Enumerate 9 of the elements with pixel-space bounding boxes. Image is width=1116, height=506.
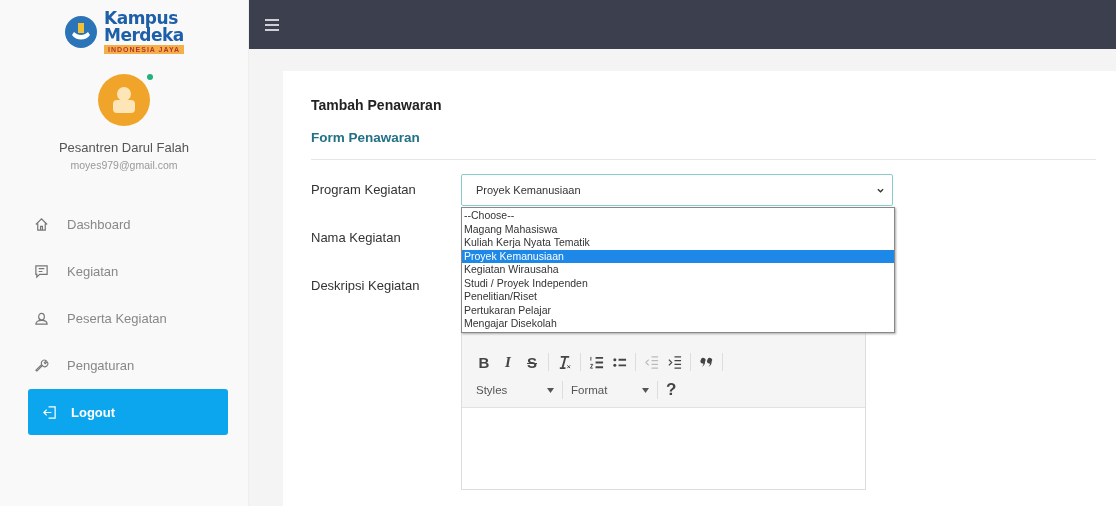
logo-text: Merdeka (104, 27, 184, 44)
user-email: moyes979@gmail.com (70, 159, 178, 171)
logo-text: Kampus (104, 10, 178, 27)
field-label: Program Kegiatan (311, 181, 417, 197)
page-title: Tambah Penawaran (311, 97, 443, 113)
user-name: Pesantren Darul Falah (58, 140, 190, 155)
field-label: Deskripsi Kegiatan (311, 277, 421, 293)
form-title: Form Penawaran (311, 130, 421, 145)
field-label: Nama Kegiatan (311, 229, 402, 245)
